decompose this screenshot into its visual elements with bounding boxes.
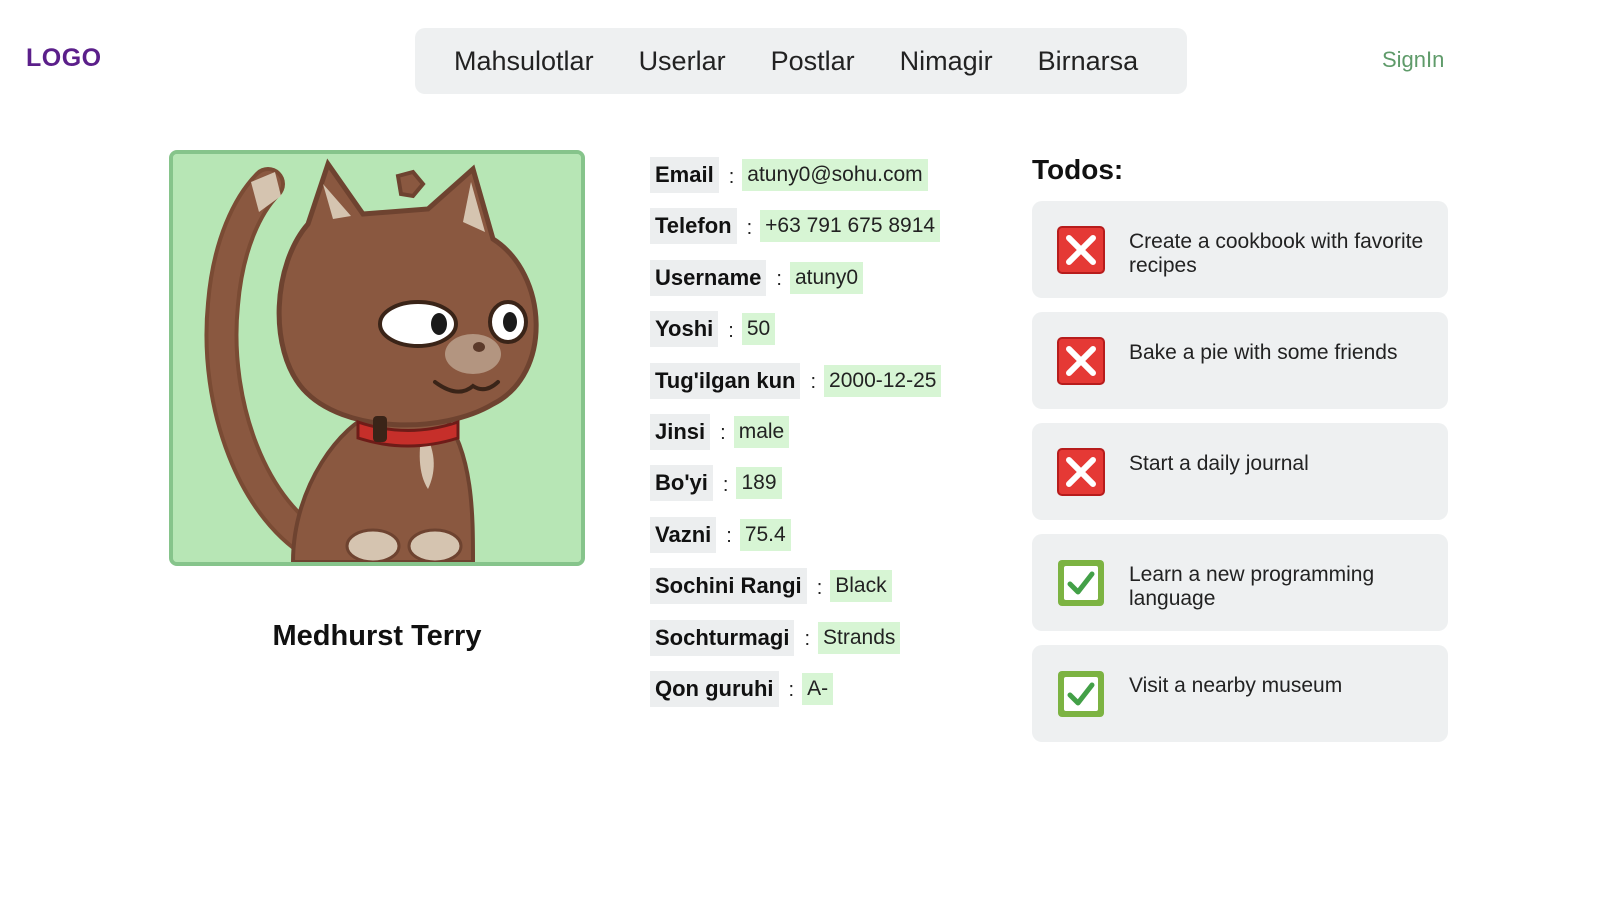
nav-item-nimagir[interactable]: Nimagir xyxy=(900,46,993,77)
todo-item[interactable]: Visit a nearby museum xyxy=(1032,645,1448,742)
user-info-list: Email : atuny0@sohu.com Telefon : +63 79… xyxy=(650,157,942,722)
info-row-vazni: Vazni : 75.4 xyxy=(650,516,941,553)
info-label: Tug'ilgan kun xyxy=(650,362,801,399)
info-row-boyi: Bo'yi : 189 xyxy=(650,465,941,502)
info-value: male xyxy=(733,415,790,448)
info-value: atuny0 xyxy=(789,261,864,294)
avatar xyxy=(169,150,585,566)
info-separator: : xyxy=(810,371,817,394)
user-name: Medhurst Terry xyxy=(272,620,482,652)
info-row-username: Username : atuny0 xyxy=(650,259,941,296)
info-row-hair-color: Sochini Rangi : Black xyxy=(650,568,941,605)
info-row-blood-group: Qon guruhi : A- xyxy=(650,670,941,707)
nav-item-postlar[interactable]: Postlar xyxy=(771,46,855,77)
cross-mark-icon[interactable] xyxy=(1057,448,1105,496)
todo-list: Create a cookbook with favorite recipes … xyxy=(1032,201,1448,756)
todo-item[interactable]: Start a daily journal xyxy=(1032,423,1448,520)
info-value: +63 791 675 8914 xyxy=(760,210,941,243)
info-row-jinsi: Jinsi : male xyxy=(650,413,941,450)
nav-item-mahsulotlar[interactable]: Mahsulotlar xyxy=(454,46,594,77)
info-separator: : xyxy=(788,679,795,702)
nav-item-birnarsa[interactable]: Birnarsa xyxy=(1038,46,1139,77)
info-separator: : xyxy=(776,268,782,291)
info-separator: : xyxy=(720,422,726,445)
info-label: Jinsi xyxy=(650,413,711,450)
info-label: Vazni xyxy=(650,516,717,553)
check-mark-icon[interactable] xyxy=(1057,559,1105,607)
info-label: Yoshi xyxy=(650,311,719,348)
info-value: A- xyxy=(802,672,834,705)
info-value: Black xyxy=(830,570,892,603)
info-value: atuny0@sohu.com xyxy=(742,159,928,191)
info-value: 2000-12-25 xyxy=(824,364,942,397)
todo-item[interactable]: Learn a new programming language xyxy=(1032,534,1448,631)
info-row-telefon: Telefon : +63 791 675 8914 xyxy=(650,208,941,245)
info-row-birthdate: Tug'ilgan kun : 2000-12-25 xyxy=(650,362,942,399)
main-nav: Mahsulotlar Userlar Postlar Nimagir Birn… xyxy=(415,28,1187,94)
info-label: Username xyxy=(650,259,767,296)
info-separator: : xyxy=(726,525,732,548)
info-separator: : xyxy=(746,216,753,239)
info-row-hair-type: Sochturmagi : Strands xyxy=(650,619,941,656)
signin-link[interactable]: SignIn xyxy=(1382,47,1444,73)
todo-text: Visit a nearby museum xyxy=(1129,674,1343,697)
info-separator: : xyxy=(728,319,734,342)
info-separator: : xyxy=(816,576,823,599)
info-label: Telefon xyxy=(650,208,737,245)
todo-text: Create a cookbook with favorite recipes xyxy=(1129,230,1424,277)
info-label: Sochturmagi xyxy=(650,619,795,656)
todos-title: Todos: xyxy=(1032,154,1124,185)
cross-mark-icon[interactable] xyxy=(1057,337,1105,385)
info-value: 75.4 xyxy=(739,518,791,551)
info-value: Strands xyxy=(818,621,901,654)
cat-avatar-icon xyxy=(173,154,581,562)
todo-text: Learn a new programming language xyxy=(1129,563,1375,610)
info-row-yoshi: Yoshi : 50 xyxy=(650,311,941,348)
cross-mark-icon[interactable] xyxy=(1057,226,1105,274)
info-value: 189 xyxy=(736,467,782,500)
info-label: Bo'yi xyxy=(650,465,713,502)
info-value: 50 xyxy=(741,313,776,346)
todo-text: Bake a pie with some friends xyxy=(1129,341,1398,364)
todo-item[interactable]: Bake a pie with some friends xyxy=(1032,312,1448,409)
info-label: Qon guruhi xyxy=(650,670,779,707)
info-separator: : xyxy=(722,473,729,496)
check-mark-icon[interactable] xyxy=(1057,670,1105,718)
nav-item-userlar[interactable]: Userlar xyxy=(639,46,726,77)
todo-item[interactable]: Create a cookbook with favorite recipes xyxy=(1032,201,1448,298)
info-separator: : xyxy=(728,165,735,188)
logo[interactable]: LOGO xyxy=(26,44,102,73)
info-label: Email xyxy=(650,157,719,193)
todo-text: Start a daily journal xyxy=(1129,452,1309,475)
info-row-email: Email : atuny0@sohu.com xyxy=(650,157,941,193)
info-label: Sochini Rangi xyxy=(650,568,807,605)
info-separator: : xyxy=(804,628,811,651)
